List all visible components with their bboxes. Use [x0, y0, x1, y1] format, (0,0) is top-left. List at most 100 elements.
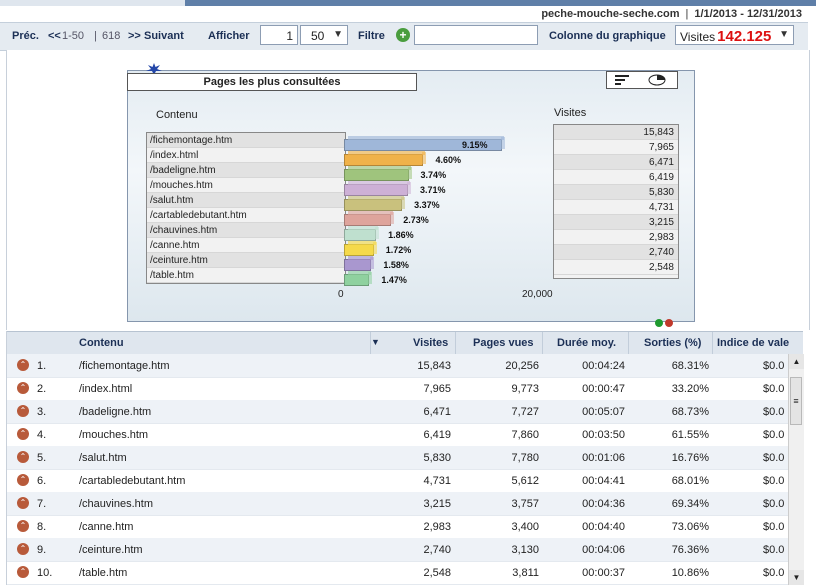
row-expand-icon[interactable]: ⌃ — [17, 497, 29, 509]
row-duration: 00:04:41 — [582, 475, 625, 487]
col-header-content[interactable]: Contenu — [79, 337, 124, 349]
row-expand-icon[interactable]: ⌃ — [17, 474, 29, 486]
row-expand-icon[interactable]: ⌃ — [17, 451, 29, 463]
table-row[interactable]: ⌃ 9. /ceinture.htm 2,740 3,130 00:04:06 76.36%… — [7, 538, 788, 562]
row-expand-icon[interactable]: ⌃ — [17, 359, 29, 371]
row-expand-icon[interactable]: ⌃ — [17, 405, 29, 417]
chart-value-label: 7,965 — [554, 140, 678, 155]
chart-bars: 9.15% 4.60% 3.74% 3.71% 3.37% 2.73% 1.86% 1.72%… — [344, 127, 544, 287]
table-row[interactable]: ⌃ 4./mouches.htm 6,419 7,860 00:03:50 61.55% $… — [7, 423, 788, 447]
chart-bar[interactable] — [344, 241, 377, 256]
sort-desc-icon[interactable]: ▼ — [371, 337, 380, 347]
chart-percent-label: 1.72% — [385, 245, 412, 255]
row-page[interactable]: /ceinture.htm — [79, 544, 359, 556]
row-rank: 2. — [37, 383, 47, 395]
col-header-visits[interactable]: Visites — [413, 337, 448, 349]
chart-percent-label: 1.86% — [388, 230, 414, 240]
chart-value-label: 6,471 — [554, 155, 678, 170]
row-expand-icon[interactable]: ⌃ — [17, 382, 29, 394]
chart-percent-label: 3.37% — [414, 200, 440, 210]
prev-button[interactable]: Préc. — [12, 30, 39, 42]
row-exits: 68.01% — [671, 475, 709, 487]
row-expand-icon[interactable]: ⌃ — [17, 543, 29, 555]
row-page[interactable]: /badeligne.htm — [79, 406, 359, 418]
add-filter-icon[interactable]: + — [396, 28, 410, 42]
row-rank: 8. — [37, 521, 47, 533]
next-button[interactable]: Suivant — [144, 30, 184, 42]
table-row[interactable]: ⌃ 10./table.htm 2,548 3,811 00:00:37 10.86% $0… — [7, 561, 788, 585]
chart-bar[interactable] — [344, 271, 373, 286]
row-exits: 68.31% — [671, 360, 709, 372]
chart-bar[interactable] — [344, 226, 380, 241]
table-row[interactable]: ⌃ 6. /cartabledebutant.htm 4,731 5,612 00:04:… — [7, 469, 788, 493]
range-text: 1-50 — [62, 30, 85, 42]
prev-arrows-icon[interactable]: << — [48, 30, 61, 42]
page-size-select[interactable]: 50 ▼ — [300, 25, 348, 45]
row-page[interactable]: /table.htm — [79, 567, 359, 579]
row-rank: 6. — [37, 475, 47, 487]
toolbar: Préc. << 1-50 | 618 >> Suivant Afficher … — [0, 22, 808, 51]
row-page[interactable]: /salut.htm — [79, 452, 359, 464]
row-pageviews: 7,780 — [511, 452, 539, 464]
row-page[interactable]: /cartabledebutant.htm — [79, 475, 359, 487]
row-pageviews: 7,727 — [511, 406, 539, 418]
chart-bar[interactable] — [344, 181, 412, 196]
row-visits: 6,471 — [423, 406, 451, 418]
chart-column-select[interactable]: Visites 142.125 ▼ — [675, 25, 794, 45]
pie-chart-view-icon[interactable] — [647, 74, 667, 89]
row-rank: 10. — [37, 567, 53, 579]
chart-bar-top — [348, 226, 379, 230]
chart-bar[interactable] — [344, 151, 427, 166]
chart-bar[interactable] — [344, 166, 412, 181]
date-range[interactable]: 1/1/2013 - 12/31/2013 — [694, 8, 802, 20]
table-row[interactable]: ⌃ 3. /badeligne.htm 6,471 7,727 00:05:07 68.73… — [7, 400, 788, 424]
green-dot-icon — [655, 319, 663, 327]
chart-percent-label: 9.15% — [462, 140, 488, 150]
row-duration: 00:01:06 — [582, 452, 625, 464]
row-page[interactable]: /canne.htm — [79, 521, 359, 533]
col-header-value-index[interactable]: Indice de vale — [717, 337, 789, 349]
chart-category-label: /table.htm — [147, 268, 345, 283]
row-page[interactable]: /chauvines.htm — [79, 498, 359, 510]
table-row[interactable]: ⌃ 5./salut.htm 5,830 7,780 00:01:06 16.76% $0.… — [7, 446, 788, 470]
table-row[interactable]: ⌃ 2./index.html 7,965 9,773 00:00:47 33.20% $0… — [7, 377, 788, 401]
chart-bar-top — [348, 241, 376, 245]
col-header-duration[interactable]: Durée moy. — [557, 337, 616, 349]
table-row[interactable]: ⌃ 8./canne.htm 2,983 3,400 00:04:40 73.06% $0.… — [7, 515, 788, 539]
row-expand-icon[interactable]: ⌃ — [17, 428, 29, 440]
row-exits: 68.73% — [671, 406, 709, 418]
table-row[interactable]: ⌃ 7. /chauvines.htm 3,215 3,757 00:04:36 69.34… — [7, 492, 788, 516]
data-table: Contenu ▼ Visites Pages vues Durée moy. … — [6, 331, 809, 585]
chevron-down-icon: ▼ — [779, 29, 789, 40]
top-tab[interactable] — [0, 0, 185, 6]
table-row[interactable]: ⌃ 1. /fichemontage.htm 15,843 20,256 00:04:24… — [7, 354, 788, 378]
col-header-pageviews[interactable]: Pages vues — [473, 337, 534, 349]
bar-chart-view-icon[interactable] — [615, 74, 631, 89]
col-divider — [628, 332, 629, 354]
filter-input[interactable] — [414, 25, 538, 45]
scroll-up-icon[interactable]: ▲ — [789, 354, 804, 369]
chart-bar[interactable] — [344, 196, 406, 211]
col-header-exits[interactable]: Sorties (%) — [644, 337, 701, 349]
chart-bar[interactable] — [344, 211, 395, 226]
row-page[interactable]: /fichemontage.htm — [79, 360, 359, 372]
row-expand-icon[interactable]: ⌃ — [17, 566, 29, 578]
row-page[interactable]: /index.html — [79, 383, 359, 395]
chart-frame: Pages les plus consultées Contenu Visite… — [127, 63, 695, 327]
vertical-scrollbar[interactable]: ▲ ≡ ▼ — [788, 354, 804, 585]
chart-value-column: 15,843 7,965 6,471 6,419 5,830 4,731 3,215 2,98… — [553, 124, 679, 279]
chart-column-value: Visites — [680, 30, 716, 44]
chart-value-label: 3,215 — [554, 215, 678, 230]
chart-bar[interactable] — [344, 256, 375, 271]
row-pageviews: 3,130 — [511, 544, 539, 556]
row-expand-icon[interactable]: ⌃ — [17, 520, 29, 532]
scroll-thumb[interactable]: ≡ — [790, 377, 802, 425]
row-rank: 5. — [37, 452, 47, 464]
table-header: Contenu ▼ Visites Pages vues Durée moy. … — [7, 331, 803, 355]
chart-bar-side — [407, 167, 412, 179]
row-page[interactable]: /mouches.htm — [79, 429, 359, 441]
next-arrows-icon[interactable]: >> — [128, 30, 141, 42]
scroll-down-icon[interactable]: ▼ — [789, 570, 804, 585]
start-row-input[interactable]: 1 — [260, 25, 298, 45]
filter-label: Filtre — [358, 30, 385, 42]
